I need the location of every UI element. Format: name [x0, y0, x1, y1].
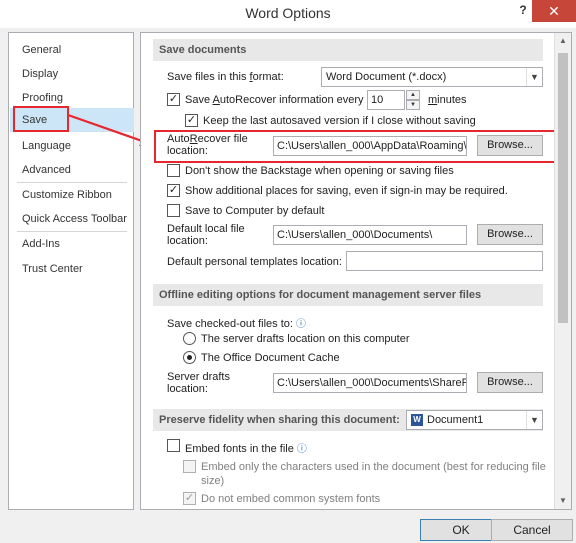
scrollbar-thumb[interactable]	[558, 53, 568, 323]
do-not-embed-common-fonts-label: Do not embed common system fonts	[201, 493, 381, 505]
content-scrollbar[interactable]: ▲ ▼	[554, 33, 571, 509]
sidebar-item-add-ins[interactable]: Add-Ins	[10, 232, 134, 256]
autorecover-label: Save AutoRecover information every	[185, 94, 364, 106]
cancel-button[interactable]: Cancel	[491, 519, 573, 541]
sidebar-item-quick-access-toolbar[interactable]: Quick Access Toolbar	[10, 207, 134, 231]
sidebar-item-general[interactable]: General	[10, 38, 134, 62]
server-drafts-radio[interactable]	[183, 332, 196, 345]
fidelity-document-value: Document1	[427, 414, 484, 426]
office-document-cache-radio[interactable]	[183, 351, 196, 364]
window-title: Word Options	[245, 5, 331, 21]
save-format-select[interactable]: Word Document (*.docx) ▼	[321, 67, 543, 87]
autorecover-highlight-box	[154, 130, 556, 163]
do-not-embed-common-fonts-checkbox[interactable]: ✓	[183, 492, 196, 505]
save-format-label: Save files in this format:	[167, 71, 284, 83]
scroll-up-icon[interactable]: ▲	[555, 33, 571, 49]
dont-show-backstage-checkbox[interactable]	[167, 164, 180, 177]
embed-fonts-label: Embed fonts in the file ⓘ	[185, 443, 307, 455]
default-personal-templates-label: Default personal templates location:	[167, 256, 342, 268]
default-local-location-label: Default local file location:	[167, 223, 245, 247]
office-document-cache-radio-label: The Office Document Cache	[201, 352, 340, 364]
chevron-down-icon: ▼	[526, 411, 542, 429]
info-icon: ⓘ	[296, 444, 307, 455]
save-format-value: Word Document (*.docx)	[326, 71, 447, 83]
save-to-computer-label: Save to Computer by default	[185, 205, 325, 217]
autorecover-checkbox[interactable]: ✓	[167, 93, 180, 106]
title-bar: Word Options ? ✕	[0, 0, 576, 28]
server-drafts-browse-button[interactable]: Browse...	[477, 372, 543, 393]
save-checked-out-label: Save checked-out files to: ⓘ	[167, 318, 307, 330]
default-local-location-input[interactable]: C:\Users\allen_000\Documents\	[273, 225, 467, 245]
chevron-down-icon: ▼	[526, 68, 542, 86]
server-drafts-radio-label: The server drafts location on this compu…	[201, 333, 410, 345]
ok-button[interactable]: OK	[420, 519, 502, 541]
save-highlight-box	[13, 106, 69, 132]
autorecover-minutes-input[interactable]: 10	[367, 90, 405, 110]
embed-fonts-checkbox[interactable]	[167, 439, 180, 452]
spin-up-icon[interactable]: ▲	[406, 90, 420, 100]
default-personal-templates-input[interactable]	[346, 251, 543, 271]
keep-last-autosaved-checkbox[interactable]: ✓	[185, 114, 198, 127]
sidebar-item-trust-center[interactable]: Trust Center	[10, 257, 134, 281]
server-drafts-location-label: Server drafts location:	[167, 371, 230, 395]
embed-only-used-characters-checkbox[interactable]	[183, 460, 196, 473]
sidebar-item-customize-ribbon[interactable]: Customize Ribbon	[10, 183, 134, 207]
spin-down-icon[interactable]: ▼	[406, 100, 420, 110]
sidebar-item-advanced[interactable]: Advanced	[10, 158, 134, 182]
options-sidebar: General Display Proofing Save Language A…	[8, 32, 134, 510]
fidelity-document-select[interactable]: W Document1 ▼	[406, 410, 543, 430]
save-to-computer-checkbox[interactable]	[167, 204, 180, 217]
close-button[interactable]: ✕	[532, 0, 576, 22]
show-additional-places-checkbox[interactable]: ✓	[167, 184, 180, 197]
sidebar-item-display[interactable]: Display	[10, 62, 134, 86]
section-header-save-documents: Save documents	[153, 39, 543, 61]
help-button[interactable]: ?	[515, 3, 531, 21]
keep-last-autosaved-label: Keep the last autosaved version if I clo…	[203, 115, 476, 127]
scroll-down-icon[interactable]: ▼	[555, 493, 571, 509]
word-document-icon: W	[411, 414, 423, 427]
save-options-pane: Save documents Save files in this format…	[140, 32, 572, 510]
info-icon: ⓘ	[296, 319, 307, 330]
section-header-offline-editing: Offline editing options for document man…	[153, 284, 543, 306]
minutes-label: minutes	[428, 94, 467, 106]
server-drafts-location-input[interactable]: C:\Users\allen_000\Documents\SharePo	[273, 373, 467, 393]
dont-show-backstage-label: Don't show the Backstage when opening or…	[185, 165, 454, 177]
show-additional-places-label: Show additional places for saving, even …	[185, 185, 508, 197]
embed-only-used-characters-label: Embed only the characters used in the do…	[201, 461, 546, 487]
default-local-browse-button[interactable]: Browse...	[477, 224, 543, 245]
